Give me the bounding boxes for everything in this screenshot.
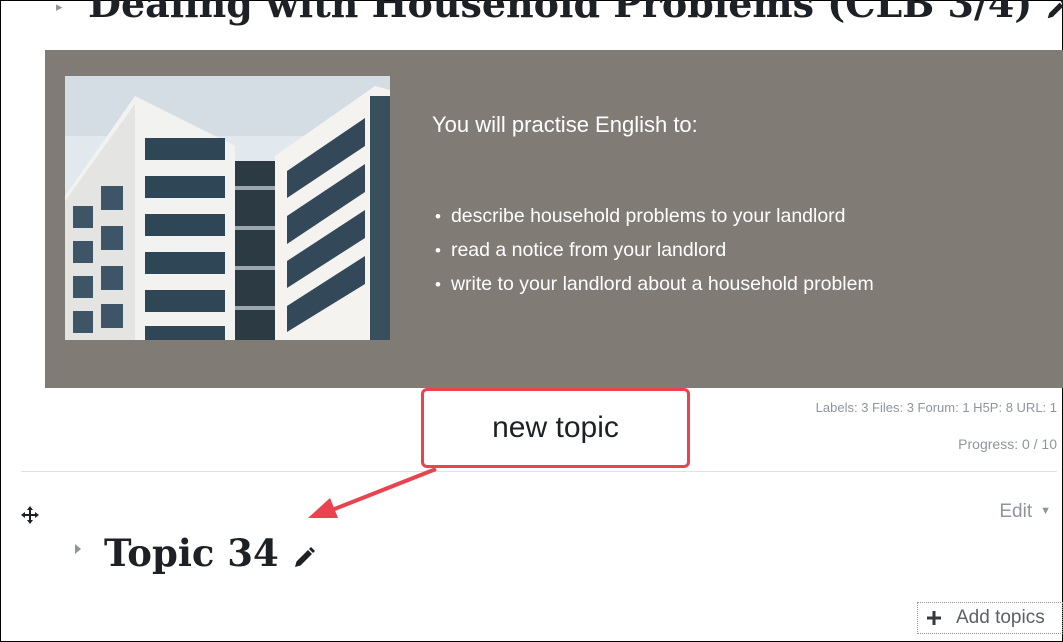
topic-header: Topic 34 xyxy=(104,530,316,580)
objectives-list: describe household problems to your land… xyxy=(435,202,874,304)
plus-icon xyxy=(926,610,942,626)
edit-menu-toggle[interactable]: Edit ▼ xyxy=(999,501,1051,523)
panel-intro-text: You will practise English to: xyxy=(432,112,698,137)
edit-section-title-pencil-icon[interactable] xyxy=(1045,0,1063,30)
edit-topic-title-pencil-icon[interactable] xyxy=(292,534,316,580)
list-item: read a notice from your landlord xyxy=(435,236,874,270)
section-header: Dealing with Household Problems (CLB 3/4… xyxy=(88,0,1063,30)
building-photo xyxy=(65,76,390,340)
section-divider xyxy=(21,471,1057,472)
edit-menu-label: Edit xyxy=(999,501,1033,522)
add-topics-label: Add topics xyxy=(956,607,1045,628)
topic-collapse-icon[interactable] xyxy=(73,541,83,561)
list-item: write to your landlord about a household… xyxy=(435,270,874,304)
callout-label: new topic xyxy=(492,411,619,444)
move-icon[interactable] xyxy=(21,506,39,528)
section-title: Dealing with Household Problems (CLB 3/4… xyxy=(88,0,1033,26)
list-item: describe household problems to your land… xyxy=(435,202,874,236)
progress-text: Progress: 0 / 10 xyxy=(958,436,1057,452)
activity-summary: Labels: 3 Files: 3 Forum: 1 H5P: 8 URL: … xyxy=(815,400,1057,415)
section-summary-panel: You will practise English to: describe h… xyxy=(45,50,1063,388)
new-topic-callout: new topic xyxy=(421,388,690,468)
add-topics-button[interactable]: Add topics xyxy=(917,602,1063,634)
topic-title: Topic 34 xyxy=(104,531,279,575)
caret-down-icon: ▼ xyxy=(1040,505,1051,517)
section-collapse-icon[interactable]: ▸ xyxy=(56,0,63,15)
